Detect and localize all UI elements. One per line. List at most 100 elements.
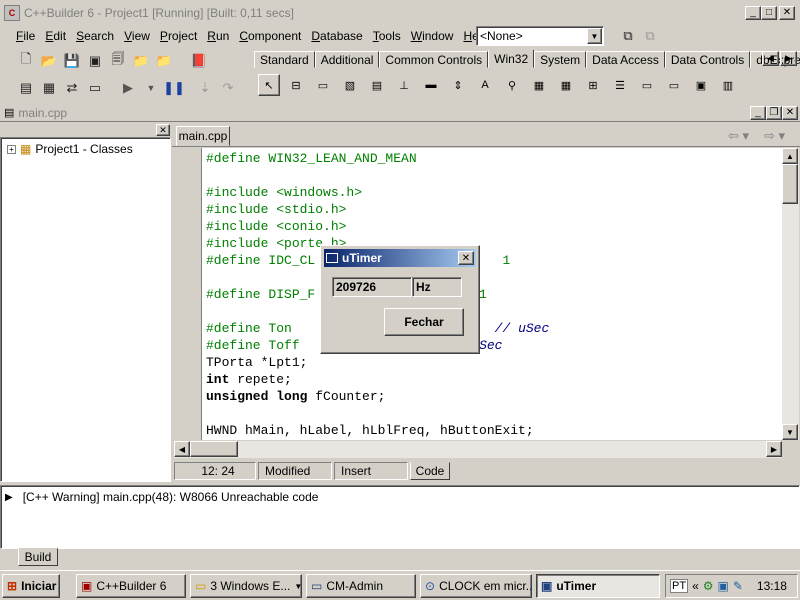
menu-search[interactable]: Search — [76, 29, 114, 43]
taskbar-item-utimer[interactable]: ▣ uTimer — [536, 574, 660, 598]
vertical-scrollbar[interactable]: ▲ ▼ — [782, 148, 799, 440]
navigate-back-icon[interactable]: ⇦ ▾ — [728, 128, 749, 144]
taskbar-item-windows-explorer[interactable]: ▭ 3 Windows E... ▼ — [190, 574, 302, 598]
security-tray-icon[interactable]: ▣ — [718, 579, 729, 593]
vertical-scroll-thumb[interactable] — [782, 164, 798, 204]
hotkey-icon[interactable]: A — [474, 74, 496, 96]
animate-icon[interactable]: ⚲ — [501, 74, 523, 96]
tree-node-project[interactable]: + ▦ Project1 - Classes — [7, 142, 133, 156]
step-over-icon[interactable]: ↷ — [218, 79, 238, 97]
menu-database[interactable]: Database — [311, 29, 362, 43]
palette-tab-common-controls[interactable]: Common Controls — [379, 51, 489, 68]
menu-run[interactable]: Run — [207, 29, 229, 43]
palette-scroll-left-button[interactable]: ◀ — [762, 51, 779, 66]
scroll-up-arrow-icon[interactable]: ▲ — [782, 148, 798, 164]
statusbar-icon[interactable]: ▭ — [663, 74, 685, 96]
updown-icon[interactable]: ⇕ — [447, 74, 469, 96]
remove-from-project-icon[interactable]: 📁 — [154, 52, 174, 70]
toolbar-icon[interactable]: ▣ — [690, 74, 712, 96]
view-form-icon[interactable]: ▦ — [39, 79, 59, 97]
coolbar-icon[interactable]: ▥ — [717, 74, 739, 96]
help-contents-icon[interactable]: 📕 — [189, 52, 209, 70]
run-icon[interactable]: ▶ — [118, 79, 138, 97]
open-project-icon[interactable]: 🗐 — [108, 51, 128, 70]
pointer-icon[interactable]: ↖ — [258, 74, 280, 96]
language-indicator[interactable]: PT — [670, 579, 689, 593]
code-line[interactable]: #include <windows.h> — [206, 184, 362, 201]
message-tab-build[interactable]: Build — [18, 548, 58, 566]
tab-main-cpp[interactable]: main.cpp — [176, 126, 230, 146]
navigate-forward-icon[interactable]: ⇨ ▾ — [764, 128, 785, 144]
expand-plus-icon[interactable]: + — [7, 144, 16, 154]
run-dropdown-icon[interactable]: ▼ — [141, 79, 161, 97]
pagecontrol-icon[interactable]: ▭ — [312, 74, 334, 96]
chevron-down-icon[interactable]: ▼ — [587, 28, 602, 44]
tabcontrol-icon[interactable]: ⊟ — [285, 74, 307, 96]
new-file-icon[interactable]: 🗋 — [16, 51, 36, 70]
palette-tab-data-access[interactable]: Data Access — [586, 51, 665, 68]
code-line[interactable]: #include <stdio.h> — [206, 201, 346, 218]
code-line[interactable]: #include <conio.h> — [206, 218, 346, 235]
add-to-project-icon[interactable]: 📁 — [131, 52, 151, 70]
palette-tab-win32[interactable]: Win32 — [488, 50, 535, 68]
horizontal-scrollbar[interactable]: ◀ ▶ — [174, 441, 782, 458]
menu-component[interactable]: Component — [239, 29, 301, 43]
build-config-combo[interactable]: <None> ▼ — [476, 26, 604, 46]
menu-tools[interactable]: Tools — [373, 29, 401, 43]
listview-icon[interactable]: ☰ — [609, 74, 631, 96]
save-icon[interactable]: 💾 — [62, 52, 82, 70]
palette-tab-standard[interactable]: Standard — [254, 51, 315, 68]
menu-window[interactable]: Window — [411, 29, 454, 43]
headercontrol-icon[interactable]: ▭ — [636, 74, 658, 96]
scroll-left-arrow-icon[interactable]: ◀ — [174, 441, 190, 457]
tray-expand-icon[interactable]: « — [692, 579, 699, 593]
view-tab-code[interactable]: Code — [410, 462, 450, 480]
code-editor[interactable]: #define WIN32_LEAN_AND_MEAN #include <win… — [202, 148, 782, 440]
progressbar-icon[interactable]: ▬ — [420, 74, 442, 96]
network-tray-icon[interactable]: ⚙ — [703, 579, 714, 593]
trace-into-icon[interactable]: ⇣ — [195, 79, 215, 97]
menu-view[interactable]: View — [124, 29, 150, 43]
menu-edit[interactable]: Edit — [45, 29, 66, 43]
minimize-button[interactable]: _ — [745, 6, 761, 20]
code-line[interactable]: TPorta *Lpt1; — [206, 354, 307, 371]
horizontal-scroll-thumb[interactable] — [190, 441, 238, 457]
code-line[interactable]: #define WIN32_LEAN_AND_MEAN — [206, 150, 417, 167]
monthcalendar-icon[interactable]: ▦ — [555, 74, 577, 96]
new-form-icon[interactable]: ▭ — [85, 79, 105, 97]
scroll-down-arrow-icon[interactable]: ▼ — [782, 424, 798, 440]
editor-close-button[interactable]: ✕ — [782, 106, 798, 120]
save-desktop-icon[interactable]: ⧉ — [618, 27, 638, 45]
taskbar-item-cbuilder[interactable]: ▣ C++Builder 6 — [76, 574, 186, 598]
message-row[interactable]: ▶ [C++ Warning] main.cpp(48): W8066 Unre… — [5, 490, 318, 504]
volume-tray-icon[interactable]: ✎ — [733, 579, 743, 593]
taskbar-item-clock[interactable]: ⊙ CLOCK em micr... — [420, 574, 532, 598]
start-button[interactable]: ⊞ Iniciar — [2, 574, 60, 598]
set-debug-desktop-icon[interactable]: ⧉ — [640, 27, 660, 45]
expand-arrow-icon[interactable]: ▶ — [5, 492, 13, 503]
code-line[interactable]: int repete; — [206, 371, 292, 388]
utimer-title-bar[interactable]: uTimer — [324, 249, 476, 267]
palette-scroll-right-button[interactable]: ▶ — [780, 51, 797, 66]
toggle-form-unit-icon[interactable]: ⇄ — [62, 79, 82, 97]
code-line[interactable]: unsigned long fCounter; — [206, 388, 385, 405]
class-explorer-close-button[interactable]: ✕ — [156, 124, 170, 136]
menu-file[interactable]: File — [16, 29, 35, 43]
palette-tab-additional[interactable]: Additional — [314, 51, 380, 68]
utimer-close-button[interactable]: ✕ — [458, 251, 474, 265]
trackbar-icon[interactable]: ⊥ — [393, 74, 415, 96]
datetimepicker-icon[interactable]: ▦ — [528, 74, 550, 96]
menu-project[interactable]: Project — [160, 29, 197, 43]
pause-icon[interactable]: ❚❚ — [163, 79, 185, 97]
treeview-icon[interactable]: ⊞ — [582, 74, 604, 96]
view-unit-icon[interactable]: ▤ — [16, 79, 36, 97]
maximize-button[interactable]: □ — [761, 6, 777, 20]
taskbar-item-cm-admin[interactable]: ▭ CM-Admin — [306, 574, 416, 598]
imagelist-icon[interactable]: ▧ — [339, 74, 361, 96]
code-line[interactable]: HWND hMain, hLabel, hLblFreq, hButtonExi… — [206, 422, 534, 439]
editor-maximize-button[interactable]: ❐ — [766, 106, 782, 120]
close-button[interactable]: ✕ — [779, 6, 795, 20]
editor-minimize-button[interactable]: _ — [750, 106, 766, 120]
palette-tab-system[interactable]: System — [534, 51, 587, 68]
richedit-icon[interactable]: ▤ — [366, 74, 388, 96]
